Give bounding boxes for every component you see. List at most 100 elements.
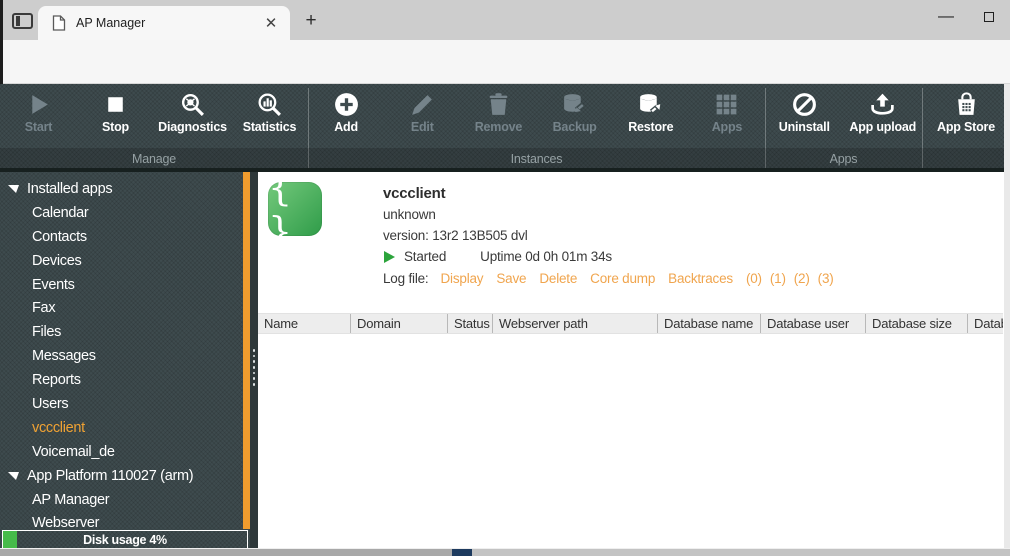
log-link-display[interactable]: Display — [440, 271, 483, 286]
sidebar-item-users[interactable]: Users — [0, 392, 250, 416]
column-header-database-size[interactable]: Database size — [865, 314, 967, 333]
remove-button[interactable]: Remove — [460, 84, 536, 148]
browser-titlebar: AP Manager ✕ + — — [0, 0, 1010, 40]
scrollbar-thumb[interactable] — [452, 549, 472, 556]
browser-window: AP Manager ✕ + — Nicht sicher 192.168.17… — [0, 0, 1010, 556]
stop-button[interactable]: Stop — [77, 84, 154, 148]
sidebar-item-contacts[interactable]: Contacts — [0, 225, 250, 249]
log-link-backtraces[interactable]: Backtraces — [668, 271, 733, 286]
splitter-grip-icon — [253, 349, 256, 386]
restore-button[interactable]: Restore — [613, 84, 689, 148]
edit-button[interactable]: Edit — [384, 84, 460, 148]
group-label-instances: Instances — [308, 148, 765, 170]
play-icon — [25, 91, 52, 118]
column-header-name[interactable]: Name — [258, 314, 350, 333]
sidebar-item-vccclient[interactable]: vccclient — [0, 416, 250, 440]
sidebar-item-ap-manager[interactable]: AP Manager — [0, 488, 250, 512]
app-info-block: vccclient unknown version: 13r2 13B505 d… — [383, 185, 842, 286]
log-link-backtrace-0[interactable]: (0) — [746, 271, 762, 286]
group-label-apps: Apps — [765, 148, 922, 170]
sidebar: Installed apps Calendar Contacts Devices… — [0, 172, 250, 548]
sidebar-item-files[interactable]: Files — [0, 320, 250, 344]
column-header-domain[interactable]: Domain — [350, 314, 447, 333]
window-maximize-button[interactable] — [968, 0, 1010, 34]
trash-icon — [485, 91, 512, 118]
app-tree: Installed apps Calendar Contacts Devices… — [0, 172, 250, 535]
app-toolbar: Start Stop Diagnostics Statistics — [0, 84, 1010, 170]
database-restore-icon — [637, 91, 664, 118]
log-link-backtrace-2[interactable]: (2) — [794, 271, 810, 286]
database-backup-icon — [561, 91, 588, 118]
status-text: Started — [404, 249, 446, 264]
column-header-status[interactable]: Status — [447, 314, 492, 333]
tab-actions-menu-icon[interactable] — [12, 13, 33, 29]
disk-usage-label: Disk usage 4% — [83, 533, 167, 547]
app-upload-button[interactable]: App upload — [844, 84, 923, 148]
sidebar-splitter[interactable] — [250, 172, 258, 548]
log-file-label: Log file: — [383, 271, 428, 286]
bug-magnifier-icon — [179, 91, 206, 118]
column-header-database-user[interactable]: Database user — [760, 314, 865, 333]
diagnostics-button[interactable]: Diagnostics — [154, 84, 231, 148]
pencil-icon — [409, 91, 436, 118]
chart-magnifier-icon — [256, 91, 283, 118]
log-link-core-dump[interactable]: Core dump — [590, 271, 655, 286]
log-file-row: Log file: Display Save Delete Core dump … — [383, 271, 842, 286]
sidebar-item-devices[interactable]: Devices — [0, 249, 250, 273]
log-link-delete[interactable]: Delete — [539, 271, 577, 286]
tab-close-icon[interactable]: ✕ — [262, 14, 280, 32]
uninstall-button[interactable]: Uninstall — [765, 84, 844, 148]
browser-tab[interactable]: AP Manager ✕ — [38, 6, 290, 40]
tab-title: AP Manager — [76, 16, 262, 30]
log-link-backtrace-1[interactable]: (1) — [770, 271, 786, 286]
app-state: unknown — [383, 207, 842, 222]
tree-group-app-platform[interactable]: App Platform 110027 (arm) — [0, 464, 250, 488]
window-right-border — [1004, 84, 1010, 548]
tree-group-installed-apps[interactable]: Installed apps — [0, 177, 250, 201]
upload-icon — [869, 91, 896, 118]
sidebar-accent-bar — [243, 172, 250, 529]
sidebar-item-fax[interactable]: Fax — [0, 296, 250, 320]
sidebar-item-calendar[interactable]: Calendar — [0, 201, 250, 225]
page-icon — [52, 15, 66, 31]
window-left-border — [0, 0, 3, 84]
add-icon — [333, 91, 360, 118]
status-row: Started Uptime 0d 0h 01m 34s — [383, 249, 842, 264]
vccclient-app-icon: { } — [268, 182, 322, 236]
sidebar-item-voicemail-de[interactable]: Voicemail_de — [0, 440, 250, 464]
window-minimize-button[interactable]: — — [925, 0, 967, 34]
statistics-button[interactable]: Statistics — [231, 84, 308, 148]
column-header-database-name[interactable]: Database name — [657, 314, 760, 333]
scrollbar-track-segment — [0, 549, 452, 556]
toolbar-group-labels: Manage Instances Apps — [0, 148, 1010, 170]
grid-icon — [713, 91, 740, 118]
new-tab-button[interactable]: + — [298, 8, 324, 34]
stop-icon — [102, 91, 129, 118]
disk-usage-fill — [3, 531, 17, 548]
horizontal-scrollbar[interactable] — [0, 548, 1010, 556]
shopping-bag-icon — [953, 91, 980, 118]
column-header-database-truncated[interactable]: Database — [967, 314, 1003, 333]
group-label-store — [922, 148, 1010, 170]
uptime-text: Uptime 0d 0h 01m 34s — [480, 249, 612, 264]
start-button[interactable]: Start — [0, 84, 77, 148]
sidebar-item-messages[interactable]: Messages — [0, 344, 250, 368]
browser-navbar: Nicht sicher 192.168.178.51/manager/1364… — [0, 40, 1010, 84]
toolbar-group-manage: Start Stop Diagnostics Statistics — [0, 84, 308, 148]
app-name: vccclient — [383, 185, 842, 202]
app-store-button[interactable]: App Store — [922, 84, 1010, 148]
log-link-save[interactable]: Save — [496, 271, 526, 286]
app-version: version: 13r2 13B505 dvl — [383, 228, 842, 243]
started-play-icon — [383, 250, 395, 264]
main-content: { } vccclient unknown version: 13r2 13B5… — [258, 172, 1003, 548]
apps-grid-button[interactable]: Apps — [689, 84, 765, 148]
backup-button[interactable]: Backup — [537, 84, 613, 148]
expand-triangle-icon — [8, 471, 19, 480]
sidebar-item-reports[interactable]: Reports — [0, 368, 250, 392]
toolbar-group-store: App Store — [922, 84, 1010, 148]
sidebar-item-events[interactable]: Events — [0, 273, 250, 297]
add-button[interactable]: Add — [308, 84, 384, 148]
column-header-webserver-path[interactable]: Webserver path — [492, 314, 657, 333]
log-link-backtrace-3[interactable]: (3) — [818, 271, 834, 286]
group-label-manage: Manage — [0, 148, 308, 170]
